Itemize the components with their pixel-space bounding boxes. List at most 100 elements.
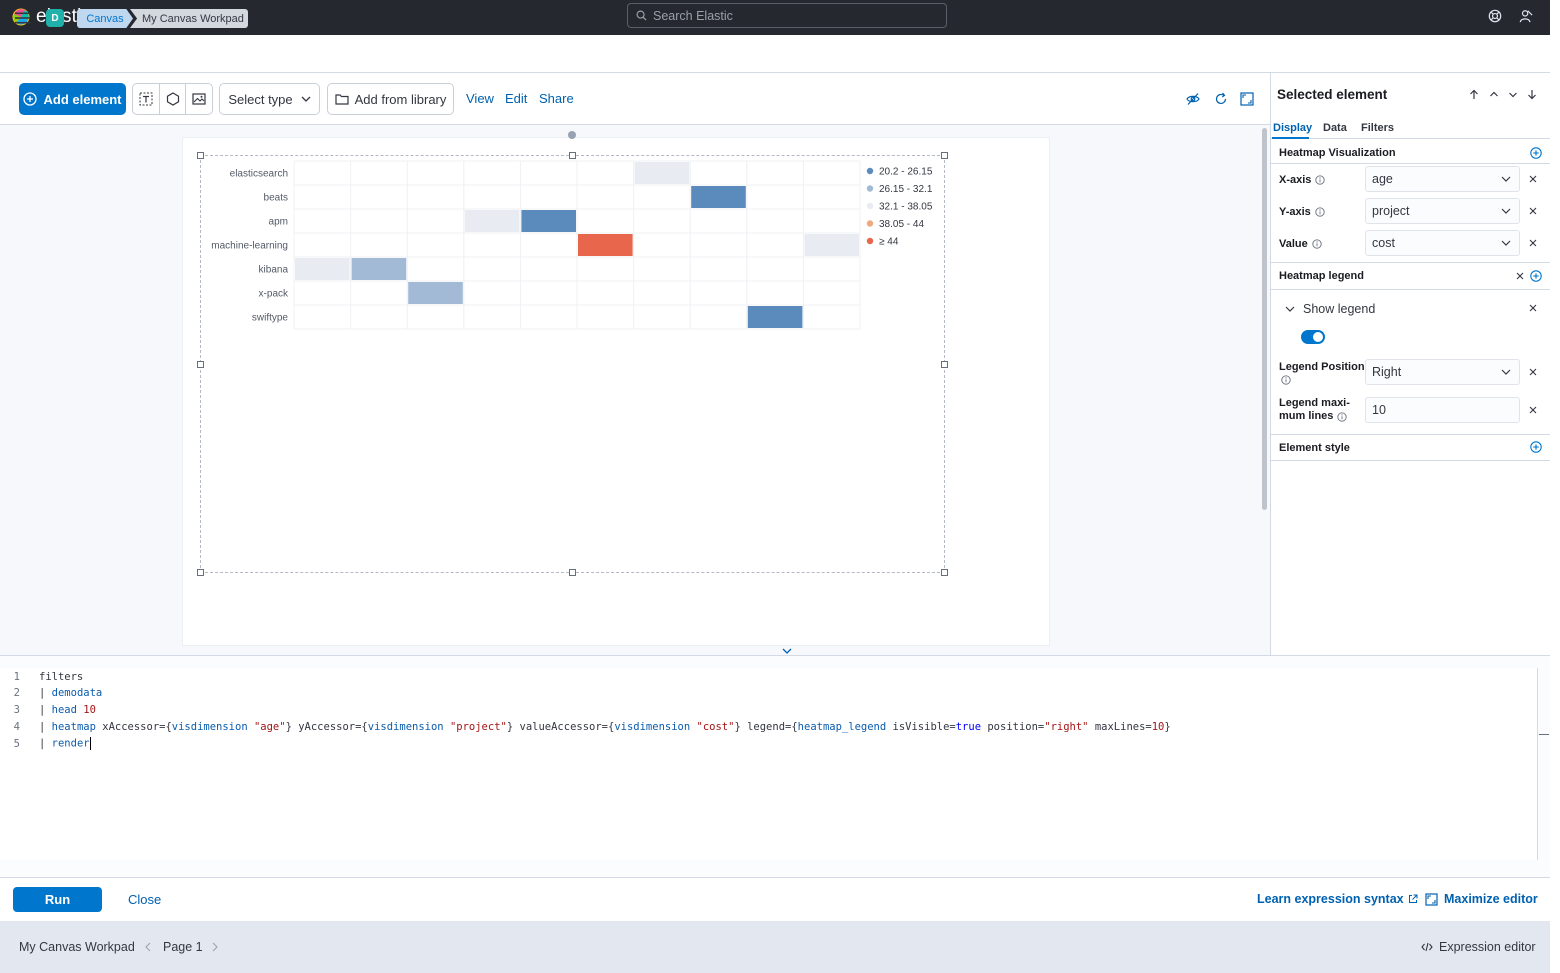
value-select[interactable]: cost — [1365, 230, 1520, 256]
menu-icon[interactable] — [15, 12, 30, 24]
tab-data[interactable]: Data — [1323, 122, 1347, 134]
resize-handle[interactable] — [569, 152, 576, 159]
share-menu[interactable]: Share — [539, 91, 574, 106]
legend-position-select[interactable]: Right — [1365, 359, 1520, 385]
text-cursor — [89, 737, 91, 751]
tab-display[interactable]: Display — [1273, 122, 1312, 134]
maximize-editor-button[interactable]: Maximize editor — [1425, 892, 1538, 906]
line-number: 3 — [13, 704, 20, 717]
remove-legend-position-icon[interactable] — [1529, 368, 1537, 376]
fullscreen-icon[interactable] — [1240, 92, 1254, 106]
user-menu-icon[interactable] — [1519, 9, 1533, 23]
x-axis-select[interactable]: age — [1365, 166, 1520, 192]
info-icon[interactable] — [1281, 375, 1291, 385]
resize-handle[interactable] — [197, 152, 204, 159]
page-indicator[interactable]: Page 1 — [163, 940, 203, 954]
prev-page-icon[interactable] — [144, 942, 152, 952]
code-line[interactable]: 4 | heatmap xAccessor={visdimension "age"… — [0, 718, 1171, 735]
learn-syntax-link[interactable]: Learn expression syntax — [1257, 892, 1418, 906]
space-avatar[interactable]: D — [46, 9, 64, 27]
collapse-editor-icon[interactable] — [780, 646, 794, 656]
bring-to-front-icon[interactable] — [1469, 89, 1479, 100]
y-axis-select[interactable]: project — [1365, 198, 1520, 224]
chevron-down-icon — [1501, 369, 1511, 375]
add-legend-argument-icon[interactable] — [1530, 270, 1542, 282]
view-menu[interactable]: View — [466, 91, 494, 106]
edit-menu[interactable]: Edit — [505, 91, 527, 106]
refresh-icon[interactable] — [1214, 92, 1228, 106]
code-line[interactable]: 5 | render — [0, 735, 91, 752]
code-line[interactable]: 1 filters — [0, 668, 84, 685]
maximize-editor-label: Maximize editor — [1444, 892, 1538, 906]
select-type-dropdown[interactable]: Select type — [219, 83, 320, 115]
remove-value-icon[interactable] — [1529, 239, 1537, 247]
code-token: } yAccessor={ — [285, 720, 368, 733]
code-line[interactable]: 2 | demodata — [0, 685, 103, 702]
code-line[interactable]: 3 | head 10 — [0, 702, 96, 719]
selected-element-outline[interactable] — [200, 155, 945, 573]
maximize-icon — [1425, 892, 1438, 906]
help-icon[interactable] — [1488, 9, 1502, 23]
remove-max-lines-icon[interactable] — [1529, 406, 1537, 414]
global-search[interactable] — [627, 3, 947, 28]
add-style-icon[interactable] — [1530, 441, 1542, 453]
search-input[interactable] — [653, 8, 933, 23]
info-icon[interactable] — [1315, 207, 1325, 217]
add-argument-icon[interactable] — [1530, 147, 1542, 159]
resize-handle[interactable] — [197, 361, 204, 368]
remove-legend-icon[interactable] — [1516, 272, 1524, 280]
code-token: visdimension — [367, 720, 444, 733]
resize-handle[interactable] — [569, 569, 576, 576]
chevron-down-icon — [301, 96, 311, 102]
send-to-back-icon[interactable] — [1527, 89, 1537, 100]
add-from-library-button[interactable]: Add from library — [327, 83, 454, 115]
bring-forward-icon[interactable] — [1489, 89, 1499, 100]
add-shape-button[interactable] — [160, 84, 187, 114]
chevron-down-icon — [1501, 176, 1511, 182]
info-icon[interactable] — [1312, 239, 1322, 249]
code-token: | — [39, 720, 52, 733]
remove-x-axis-icon[interactable] — [1529, 175, 1537, 183]
code-token: | — [39, 687, 52, 700]
editor-scroll-marker — [1539, 734, 1549, 735]
line-number: 1 — [13, 670, 20, 683]
resize-handle[interactable] — [941, 152, 948, 159]
remove-show-legend-icon[interactable] — [1529, 304, 1537, 312]
tab-filters[interactable]: Filters — [1361, 122, 1394, 134]
section-title: Heatmap Visualization — [1279, 147, 1396, 159]
breadcrumb-canvas[interactable]: Canvas — [77, 9, 133, 28]
image-icon — [192, 93, 206, 105]
code-icon — [1421, 942, 1433, 952]
workpad-name: My Canvas Workpad — [19, 940, 135, 954]
code-editor[interactable]: 1 filters 2 | demodata 3 | head 10 4 | heatmap … — [0, 668, 1538, 860]
close-editor-button[interactable]: Close — [128, 892, 161, 907]
send-backward-icon[interactable] — [1508, 89, 1518, 100]
external-link-icon — [1408, 894, 1418, 903]
canvas-scrollbar[interactable] — [1262, 128, 1267, 510]
expression-editor-toggle[interactable]: Expression editor — [1421, 940, 1536, 954]
value-label: Value — [1279, 238, 1322, 250]
next-page-icon[interactable] — [211, 942, 219, 952]
y-axis-label: Y-axis — [1279, 206, 1325, 218]
resize-handle[interactable] — [197, 569, 204, 576]
code-token: "project" — [449, 720, 507, 733]
add-element-button[interactable]: Add element — [19, 83, 126, 115]
legend-max-lines-input[interactable] — [1365, 397, 1520, 423]
code-text: | render — [26, 737, 91, 751]
legend-max-lines-label-text: mum lines — [1279, 410, 1334, 422]
add-image-button[interactable] — [186, 84, 212, 114]
show-legend-accordion[interactable]: Show legend — [1285, 302, 1375, 316]
remove-y-axis-icon[interactable] — [1529, 207, 1537, 215]
add-text-button[interactable] — [133, 84, 160, 114]
line-number: 2 — [13, 687, 20, 700]
resize-handle[interactable] — [941, 361, 948, 368]
info-icon[interactable] — [1315, 175, 1326, 185]
run-button[interactable]: Run — [13, 887, 102, 912]
info-icon[interactable] — [1337, 411, 1348, 422]
rotate-handle[interactable] — [568, 131, 576, 139]
code-token: 10 — [1151, 720, 1165, 733]
resize-handle[interactable] — [941, 569, 948, 576]
code-token: xAccessor={ — [95, 720, 172, 733]
eye-closed-icon[interactable] — [1186, 92, 1200, 106]
value-value: cost — [1372, 236, 1395, 250]
